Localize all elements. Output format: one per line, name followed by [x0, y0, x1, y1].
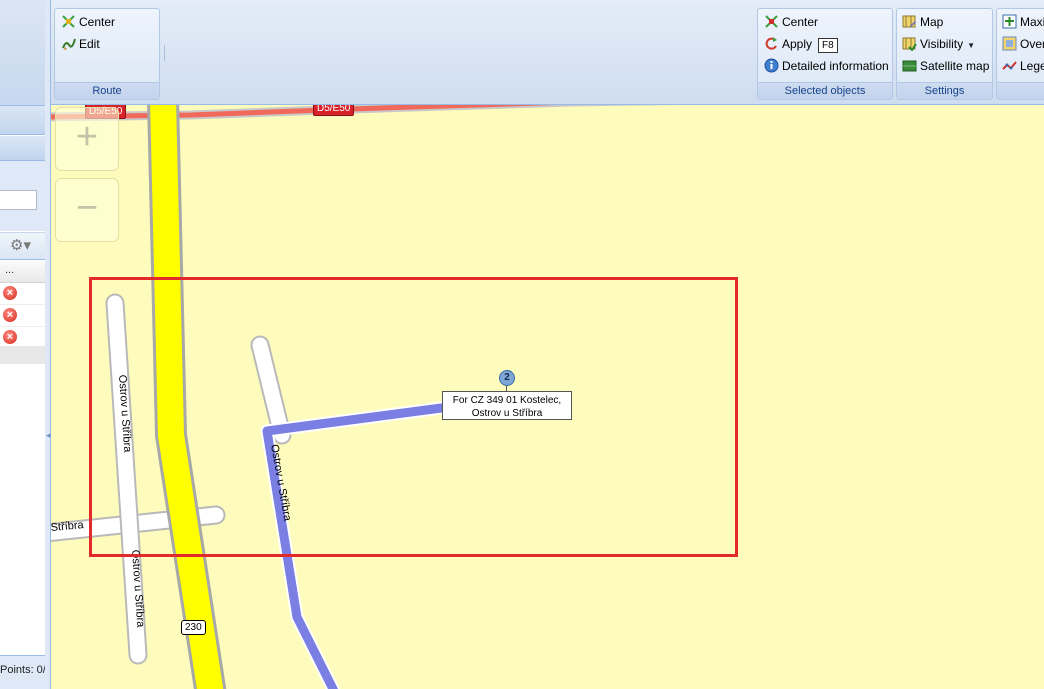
legend-icon	[1002, 58, 1017, 73]
left-panel: ⚙▾ ... × × × Points: 0/3	[0, 0, 46, 689]
center-route-icon	[61, 14, 76, 29]
search-input[interactable]	[0, 190, 37, 210]
selected-objects-group: Center Apply F8 Detailed information Sele…	[757, 8, 893, 100]
route-230-shield: 230	[181, 620, 206, 635]
highlight-rectangle	[89, 277, 738, 557]
map-button[interactable]: Map	[902, 12, 943, 32]
detailed-information-button[interactable]: Detailed information	[764, 56, 889, 76]
map-label: Map	[920, 15, 944, 29]
collapse-arrow-icon[interactable]: ◂	[46, 430, 51, 441]
settings-group: Map Visibility ▼ Satellite map Settings	[896, 8, 993, 100]
legend-label: Lege	[1020, 59, 1044, 73]
maximize-button[interactable]: Maxi	[1002, 12, 1044, 32]
waypoint-label-line1: For CZ 349 01 Kostelec,	[452, 395, 562, 406]
legend-button[interactable]: Lege	[1002, 56, 1044, 76]
waypoint-label-line2: Ostrov u Stříbra	[471, 408, 543, 419]
zoom-in-button[interactable]: +	[55, 107, 119, 171]
apply-button[interactable]: Apply F8	[764, 34, 838, 54]
waypoint-marker[interactable]: 2	[499, 370, 515, 386]
maximize-label: Maxi	[1020, 15, 1044, 29]
points-grid: × × ×	[0, 283, 45, 349]
zoom-out-button[interactable]: −	[55, 178, 119, 242]
selected-center-label: Center	[782, 15, 819, 29]
view-group-label	[997, 82, 1044, 99]
settings-gear-icon[interactable]: ⚙▾	[10, 236, 40, 254]
table-row-empty[interactable]	[0, 346, 45, 364]
route-group-label: Route	[55, 82, 159, 99]
delete-icon[interactable]: ×	[3, 308, 17, 322]
route-edit-label: Edit	[79, 37, 100, 51]
settings-group-label: Settings	[897, 82, 992, 99]
apply-label: Apply	[782, 37, 813, 51]
apply-shortcut-badge: F8	[818, 38, 838, 53]
visibility-dropdown[interactable]: Visibility ▼	[902, 34, 975, 54]
center-objects-icon	[764, 14, 779, 29]
overview-label: Over	[1020, 37, 1044, 51]
delete-icon[interactable]: ×	[3, 286, 17, 300]
overview-button[interactable]: Over	[1002, 34, 1044, 54]
info-icon	[764, 58, 779, 73]
selected-objects-group-label: Selected objects	[758, 82, 892, 99]
detailed-information-label: Detailed information	[782, 59, 889, 73]
visibility-label: Visibility	[920, 37, 964, 51]
left-panel-tab-strip[interactable]	[0, 106, 45, 135]
left-panel-header	[0, 0, 45, 106]
apply-arrow-icon	[764, 36, 779, 51]
chevron-down-icon: ▼	[967, 41, 976, 50]
table-row[interactable]: ×	[0, 305, 45, 327]
route-center-label: Center	[79, 15, 116, 29]
waypoint-label[interactable]: For CZ 349 01 Kostelec, Ostrov u Stříbra	[442, 391, 572, 420]
map-icon	[902, 14, 917, 29]
map-canvas[interactable]: Ostrov u Stříbra Ostrov u Stříbra Ostrov…	[51, 105, 1044, 689]
ribbon-separator	[164, 45, 165, 61]
highway-shield-second: D5/E50	[313, 105, 355, 116]
route-center-button[interactable]: Center	[61, 12, 115, 32]
ribbon-toolbar: Center Edit Route Center Apply F8 Detaile…	[51, 0, 1044, 105]
selected-center-button[interactable]: Center	[764, 12, 818, 32]
delete-icon[interactable]: ×	[3, 330, 17, 344]
satellite-map-icon	[902, 58, 917, 73]
satellite-map-button[interactable]: Satellite map	[902, 56, 989, 76]
left-panel-subheader[interactable]	[0, 136, 45, 161]
route-group: Center Edit Route	[54, 8, 160, 100]
table-row[interactable]: ×	[0, 283, 45, 305]
visibility-icon	[902, 36, 917, 52]
edit-pencil-icon	[61, 36, 76, 51]
view-group: Maxi Over Lege	[996, 8, 1044, 100]
overview-map-icon	[1002, 36, 1017, 51]
satellite-map-label: Satellite map	[920, 59, 990, 73]
route-edit-button[interactable]: Edit	[61, 34, 100, 54]
points-status: Points: 0/3	[0, 664, 45, 676]
maximize-icon	[1002, 14, 1017, 29]
column-menu-label[interactable]: ...	[5, 264, 14, 276]
